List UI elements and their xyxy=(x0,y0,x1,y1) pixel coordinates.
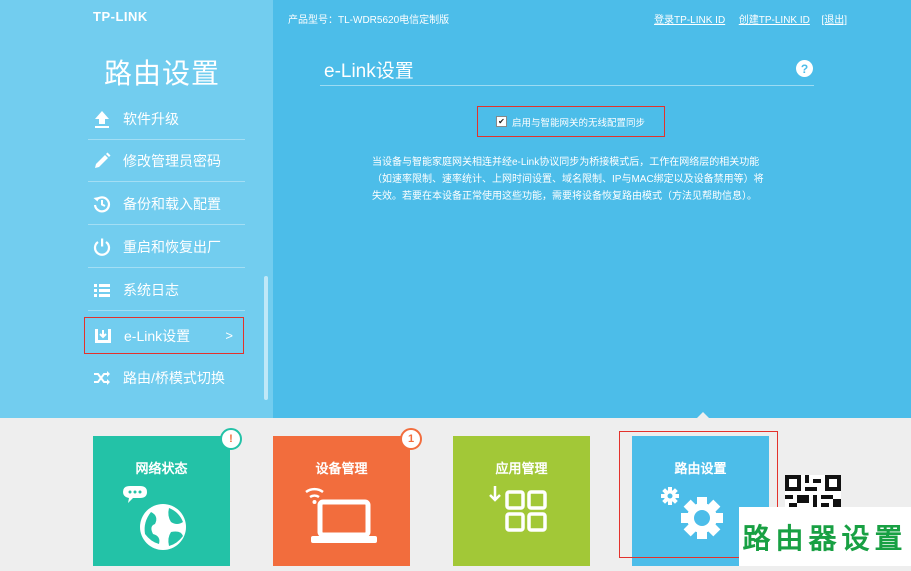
tile-network-status[interactable]: 网络状态 xyxy=(93,436,230,566)
tile-label: 网络状态 xyxy=(135,461,188,476)
sidebar-item-label: e-Link设置 xyxy=(124,327,191,344)
network-alert-badge: ! xyxy=(220,428,242,450)
sidebar-item-label: 软件升级 xyxy=(123,110,179,127)
sidebar-item-admin-password[interactable]: 修改管理员密码 xyxy=(88,140,245,182)
sidebar-item-label: 路由/桥模式切换 xyxy=(123,370,225,386)
elink-sync-checkbox[interactable]: ✔ xyxy=(496,116,507,127)
sidebar-item-label: 系统日志 xyxy=(123,281,179,298)
tile-label: 设备管理 xyxy=(315,461,368,476)
upload-icon xyxy=(91,108,113,130)
history-icon xyxy=(91,193,113,215)
elink-sync-label: 启用与智能网关的无线配置同步 xyxy=(512,117,646,129)
app-grid-icon xyxy=(453,480,590,566)
sidebar: TP-LINK 路由设置 软件升级 修改管理员密码 备份和载入配置 重启和恢复出… xyxy=(0,0,273,418)
sidebar-item-label: 重启和恢复出厂 xyxy=(123,238,221,255)
sidebar-scrollbar[interactable] xyxy=(264,276,268,400)
list-icon xyxy=(91,279,113,301)
sidebar-item-reboot-reset[interactable]: 重启和恢复出厂 xyxy=(88,226,245,268)
create-tplink-id-link[interactable]: 创建TP-LINK ID xyxy=(739,15,810,26)
laptop-wifi-icon xyxy=(273,480,410,566)
tile-app-management[interactable]: 应用管理 xyxy=(453,436,590,566)
tile-device-management[interactable]: 设备管理 xyxy=(273,436,410,566)
chevron-right-icon: > xyxy=(225,328,233,343)
device-count-badge: 1 xyxy=(400,428,422,450)
watermark: 路由器设置 xyxy=(739,507,911,566)
shuffle-icon xyxy=(91,367,113,389)
sidebar-title: 路由设置 xyxy=(104,58,221,89)
power-icon xyxy=(91,236,113,258)
download-tray-icon xyxy=(92,325,114,347)
sidebar-item-backup-restore[interactable]: 备份和载入配置 xyxy=(88,183,245,225)
sidebar-item-label: 修改管理员密码 xyxy=(123,152,221,169)
product-model: 产品型号：TL-WDR5620电信定制版 xyxy=(288,15,450,26)
sidebar-item-firmware-upgrade[interactable]: 软件升级 xyxy=(88,98,245,140)
sidebar-item-label: 备份和载入配置 xyxy=(123,195,221,212)
sidebar-item-mode-switch[interactable]: 路由/桥模式切换 xyxy=(88,357,245,399)
title-divider xyxy=(320,85,814,86)
sidebar-item-elink[interactable]: e-Link设置 > xyxy=(84,317,244,354)
sidebar-item-system-log[interactable]: 系统日志 xyxy=(88,269,245,311)
elink-description: 当设备与智能家庭网关相连并经e-Link协议同步为桥接模式后，工作在网络层的相关… xyxy=(372,157,764,202)
page-title: e-Link设置 xyxy=(324,61,414,82)
globe-icon xyxy=(93,480,230,566)
header-links: 登录TP-LINK ID 创建TP-LINK ID [退出] xyxy=(654,11,847,26)
top-panel: TP-LINK 路由设置 软件升级 修改管理员密码 备份和载入配置 重启和恢复出… xyxy=(0,0,911,418)
login-tplink-id-link[interactable]: 登录TP-LINK ID xyxy=(654,15,725,26)
tile-label: 路由设置 xyxy=(674,461,727,476)
logout-link[interactable]: [退出] xyxy=(821,15,847,26)
help-icon[interactable]: ? xyxy=(796,60,813,77)
tile-label: 应用管理 xyxy=(495,461,548,476)
elink-sync-option[interactable]: ✔ 启用与智能网关的无线配置同步 xyxy=(477,106,665,137)
active-tile-pointer xyxy=(695,412,711,420)
tp-link-logo: TP-LINK xyxy=(93,9,148,24)
pencil-icon xyxy=(91,150,113,172)
